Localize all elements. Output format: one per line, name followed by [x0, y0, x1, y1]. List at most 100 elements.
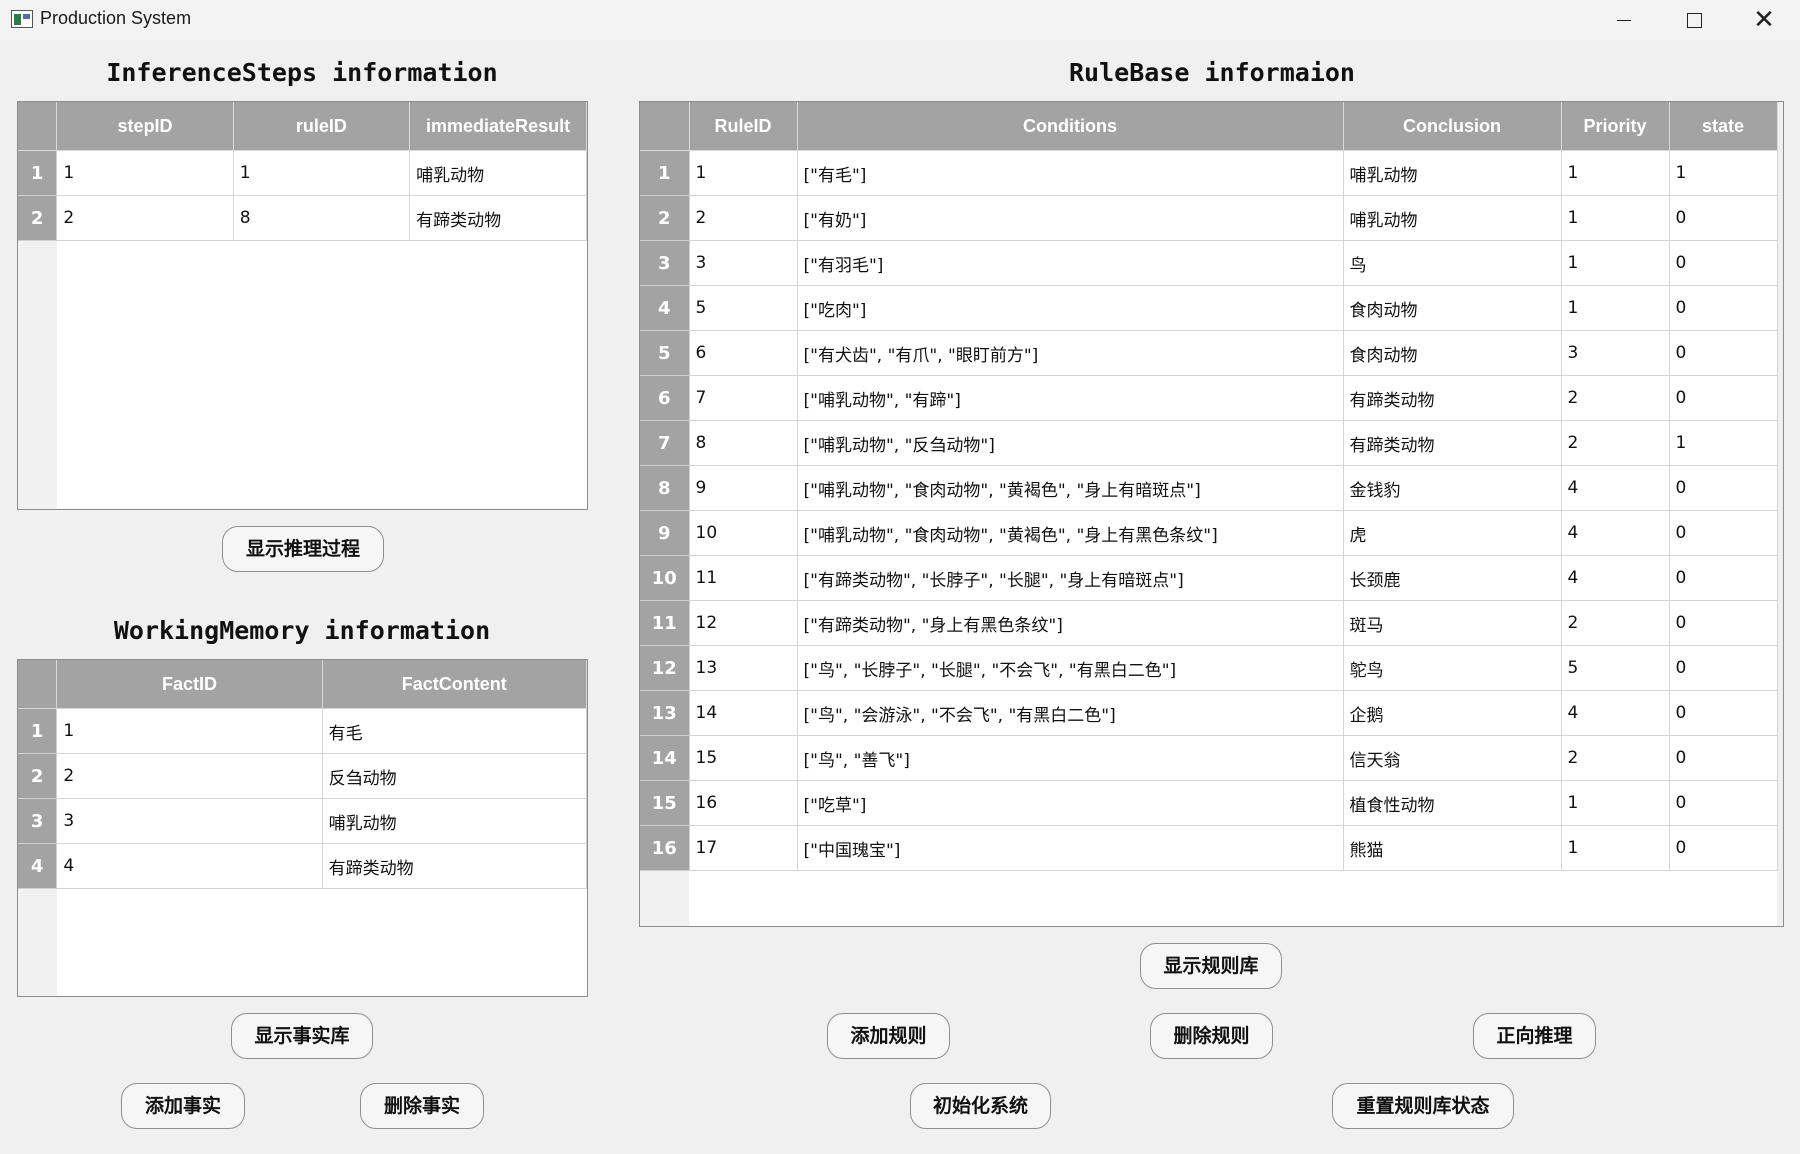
memory-row[interactable]: 3 3 哺乳动物	[18, 798, 587, 844]
rule-cell[interactable]: 0	[1668, 600, 1778, 646]
rule-cell[interactable]: 4	[1560, 465, 1670, 511]
delete-fact-button[interactable]: 删除事实	[360, 1083, 484, 1129]
rule-row-header[interactable]: 10	[640, 555, 690, 601]
rule-cell[interactable]: 0	[1668, 690, 1778, 736]
rule-row-header[interactable]: 4	[640, 285, 690, 331]
rule-cell[interactable]: 16	[688, 780, 798, 826]
working-memory-table[interactable]: FactID FactContent 1 1 有毛 2 2 反刍动物 3 3 哺乳动物 4 4 有蹄类动…	[17, 659, 588, 997]
rule-cell[interactable]: 5	[1560, 645, 1670, 691]
rule-cell[interactable]: 哺乳动物	[1342, 150, 1562, 196]
rule-cell[interactable]: 0	[1668, 510, 1778, 556]
rule-row[interactable]: 5 6 ["有犬齿", "有爪", "眼盯前方"] 食肉动物 3 0	[640, 330, 1778, 376]
minimize-button[interactable]	[1590, 0, 1658, 40]
maximize-button[interactable]	[1660, 0, 1728, 40]
inference-cell[interactable]: 2	[56, 195, 234, 241]
rule-cell[interactable]: 3	[688, 240, 798, 286]
rule-row[interactable]: 3 3 ["有羽毛"] 鸟 1 0	[640, 240, 1778, 286]
rule-cell[interactable]: 0	[1668, 285, 1778, 331]
rule-row[interactable]: 9 10 ["哺乳动物", "食肉动物", "黄褐色", "身上有黑色条纹"] 虎 4 0	[640, 510, 1778, 556]
rule-row-header[interactable]: 1	[640, 150, 690, 196]
rule-cell[interactable]: ["吃草"]	[796, 780, 1344, 826]
rule-cell[interactable]: ["哺乳动物", "反刍动物"]	[796, 420, 1344, 466]
memory-cell[interactable]: 反刍动物	[321, 753, 587, 799]
rule-column-header[interactable]: state	[1668, 102, 1778, 151]
rule-cell[interactable]: 虎	[1342, 510, 1562, 556]
rule-cell[interactable]: 0	[1668, 330, 1778, 376]
rule-cell[interactable]: ["有羽毛"]	[796, 240, 1344, 286]
show-facts-button[interactable]: 显示事实库	[231, 1013, 373, 1059]
rule-row-header[interactable]: 2	[640, 195, 690, 241]
rule-cell[interactable]: 1	[1560, 825, 1670, 871]
rule-cell[interactable]: 0	[1668, 555, 1778, 601]
rule-cell[interactable]: ["有犬齿", "有爪", "眼盯前方"]	[796, 330, 1344, 376]
rule-cell[interactable]: 7	[688, 375, 798, 421]
rule-cell[interactable]: 植食性动物	[1342, 780, 1562, 826]
rule-cell[interactable]: 2	[1560, 735, 1670, 781]
rule-row-header[interactable]: 3	[640, 240, 690, 286]
rule-cell[interactable]: 0	[1668, 825, 1778, 871]
rule-cell[interactable]: 9	[688, 465, 798, 511]
memory-row[interactable]: 1 1 有毛	[18, 708, 587, 754]
memory-cell[interactable]: 1	[56, 708, 323, 754]
rule-cell[interactable]: 0	[1668, 195, 1778, 241]
rule-row-header[interactable]: 5	[640, 330, 690, 376]
memory-cell[interactable]: 有毛	[321, 708, 587, 754]
rule-row[interactable]: 6 7 ["哺乳动物", "有蹄"] 有蹄类动物 2 0	[640, 375, 1778, 421]
inference-row[interactable]: 1 1 1 哺乳动物	[18, 150, 587, 196]
memory-corner-header[interactable]	[18, 660, 58, 709]
rule-row[interactable]: 7 8 ["哺乳动物", "反刍动物"] 有蹄类动物 2 1	[640, 420, 1778, 466]
rule-cell[interactable]: 12	[688, 600, 798, 646]
rule-cell[interactable]: 6	[688, 330, 798, 376]
rule-cell[interactable]: 食肉动物	[1342, 330, 1562, 376]
memory-row-header[interactable]: 1	[18, 708, 58, 754]
rule-cell[interactable]: ["鸟", "会游泳", "不会飞", "有黑白二色"]	[796, 690, 1344, 736]
rule-row-header[interactable]: 11	[640, 600, 690, 646]
add-rule-button[interactable]: 添加规则	[827, 1013, 950, 1059]
memory-cell[interactable]: 3	[56, 798, 323, 844]
inference-column-header[interactable]: stepID	[56, 102, 234, 151]
rule-cell[interactable]: ["有蹄类动物", "身上有黑色条纹"]	[796, 600, 1344, 646]
rule-column-header[interactable]: Priority	[1560, 102, 1670, 151]
reset-rulebase-button[interactable]: 重置规则库状态	[1332, 1083, 1514, 1129]
forward-inference-button[interactable]: 正向推理	[1473, 1013, 1596, 1059]
inference-column-header[interactable]: immediateResult	[409, 102, 587, 151]
rule-cell[interactable]: ["中国瑰宝"]	[796, 825, 1344, 871]
inference-steps-table[interactable]: stepID ruleID immediateResult 1 1 1 哺乳动物 2 2 8 有蹄…	[17, 101, 588, 510]
memory-column-header[interactable]: FactID	[56, 660, 323, 709]
show-inference-button[interactable]: 显示推理过程	[222, 526, 384, 572]
inference-cell[interactable]: 1	[232, 150, 411, 196]
rule-cell[interactable]: 1	[1668, 420, 1778, 466]
rule-cell[interactable]: 2	[1560, 600, 1670, 646]
rule-cell[interactable]: 企鹅	[1342, 690, 1562, 736]
rule-cell[interactable]: 有蹄类动物	[1342, 420, 1562, 466]
rule-row-header[interactable]: 6	[640, 375, 690, 421]
rule-cell[interactable]: 0	[1668, 375, 1778, 421]
inference-row[interactable]: 2 2 8 有蹄类动物	[18, 195, 587, 241]
rule-row-header[interactable]: 13	[640, 690, 690, 736]
rule-row[interactable]: 2 2 ["有奶"] 哺乳动物 1 0	[640, 195, 1778, 241]
memory-row-header[interactable]: 3	[18, 798, 58, 844]
rule-cell[interactable]: 13	[688, 645, 798, 691]
rule-cell[interactable]: 0	[1668, 780, 1778, 826]
rule-cell[interactable]: ["哺乳动物", "有蹄"]	[796, 375, 1344, 421]
rule-row-header[interactable]: 8	[640, 465, 690, 511]
rule-cell[interactable]: 5	[688, 285, 798, 331]
rule-cell[interactable]: 哺乳动物	[1342, 195, 1562, 241]
rule-cell[interactable]: 1	[1560, 240, 1670, 286]
rule-row[interactable]: 1 1 ["有毛"] 哺乳动物 1 1	[640, 150, 1778, 196]
rule-cell[interactable]: 斑马	[1342, 600, 1562, 646]
rule-cell[interactable]: ["有蹄类动物", "长脖子", "长腿", "身上有暗斑点"]	[796, 555, 1344, 601]
rule-cell[interactable]: ["有奶"]	[796, 195, 1344, 241]
rule-cell[interactable]: 食肉动物	[1342, 285, 1562, 331]
rule-cell[interactable]: ["有毛"]	[796, 150, 1344, 196]
rule-cell[interactable]: 2	[688, 195, 798, 241]
rule-cell[interactable]: 1	[688, 150, 798, 196]
memory-column-header[interactable]: FactContent	[321, 660, 587, 709]
rule-cell[interactable]: 鸟	[1342, 240, 1562, 286]
rule-row[interactable]: 15 16 ["吃草"] 植食性动物 1 0	[640, 780, 1778, 826]
rule-row[interactable]: 4 5 ["吃肉"] 食肉动物 1 0	[640, 285, 1778, 331]
rule-row[interactable]: 14 15 ["鸟", "善飞"] 信天翁 2 0	[640, 735, 1778, 781]
memory-cell[interactable]: 有蹄类动物	[321, 843, 587, 889]
rule-cell[interactable]: 10	[688, 510, 798, 556]
rule-cell[interactable]: 0	[1668, 645, 1778, 691]
